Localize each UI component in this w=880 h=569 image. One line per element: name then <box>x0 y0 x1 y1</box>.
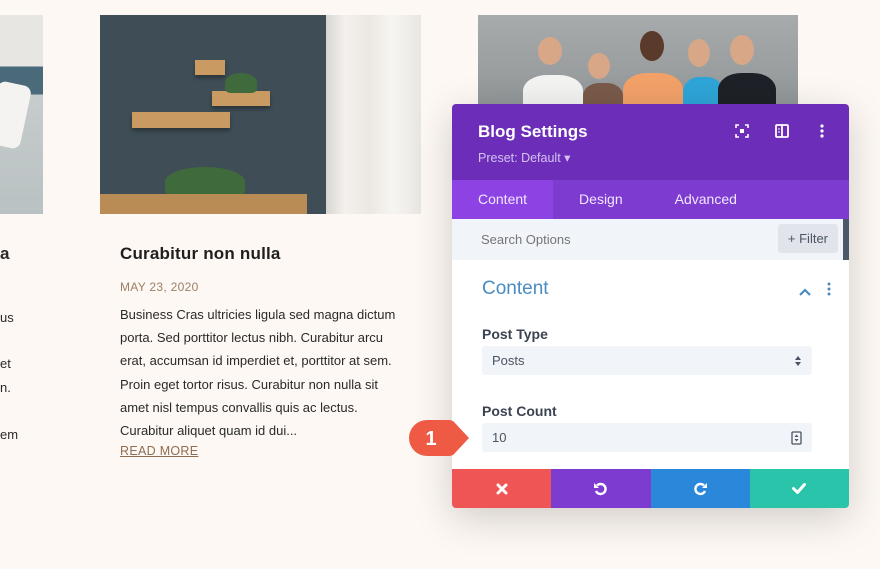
blog-settings-modal: Blog Settings Preset: Default ▾ Content … <box>452 104 849 508</box>
post-image-shelves[interactable] <box>100 15 421 214</box>
person-head <box>640 31 664 61</box>
left-post-title-fragment: a <box>0 244 10 263</box>
redo-button[interactable] <box>650 469 750 508</box>
person-head <box>688 39 710 67</box>
modal-title: Blog Settings <box>478 122 588 141</box>
tab-content[interactable]: Content <box>452 180 554 219</box>
post-count-value: 10 <box>492 430 507 445</box>
post-type-value: Posts <box>492 353 525 368</box>
shelf <box>195 60 225 75</box>
scrollbar[interactable] <box>843 219 849 260</box>
undo-icon <box>594 482 608 496</box>
post-type-select[interactable]: Posts <box>482 346 812 375</box>
left-post-text-fragment: em <box>0 427 19 442</box>
undo-button[interactable] <box>551 469 651 508</box>
modal-tabs: Content Design Advanced <box>452 180 849 219</box>
tab-design[interactable]: Design <box>553 180 649 219</box>
chevron-up-icon[interactable] <box>799 283 811 301</box>
post-count-input[interactable]: 10 <box>482 423 812 452</box>
post-image-people[interactable] <box>478 15 798 115</box>
split-view-icon[interactable] <box>774 123 789 138</box>
number-stepper-icon[interactable] <box>791 423 802 452</box>
blog-post: Curabitur non nulla MAY 23, 2020 Busines… <box>120 244 410 460</box>
shelf <box>212 91 270 106</box>
annotation-badge: 1 <box>408 419 470 457</box>
modal-header[interactable]: Blog Settings Preset: Default ▾ <box>452 104 849 180</box>
pillow-shape <box>0 80 33 150</box>
redo-icon <box>693 482 707 496</box>
dresser <box>100 194 307 214</box>
curtain-shape <box>326 15 421 214</box>
header-icons <box>734 123 829 138</box>
post-image-left[interactable] <box>0 15 43 214</box>
filter-button[interactable]: + Filter <box>777 224 838 253</box>
close-icon <box>496 483 508 494</box>
check-icon <box>792 483 807 494</box>
section-tools <box>799 282 831 301</box>
post-type-label: Post Type <box>482 326 548 342</box>
person-head <box>730 35 754 65</box>
content-section: Content Post Type Posts Post Count 10 <box>452 260 849 469</box>
left-post-text-fragment: us <box>0 310 14 325</box>
post-count-label: Post Count <box>482 403 557 419</box>
preset-dropdown[interactable]: Preset: Default ▾ <box>478 150 570 165</box>
save-button[interactable] <box>749 469 849 508</box>
person-head <box>588 53 610 79</box>
left-post-text-fragment: et <box>0 356 11 371</box>
search-row: + Filter <box>452 219 849 260</box>
left-post-text-fragment: n. <box>0 380 11 395</box>
focus-icon[interactable] <box>734 123 749 138</box>
section-title[interactable]: Content <box>482 278 549 300</box>
select-arrows-icon <box>794 346 802 375</box>
plant <box>225 73 257 93</box>
tab-advanced[interactable]: Advanced <box>649 180 763 219</box>
person-head <box>538 37 562 65</box>
cancel-button[interactable] <box>452 469 552 508</box>
plant <box>165 167 245 197</box>
post-title[interactable]: Curabitur non nulla <box>120 244 410 264</box>
modal-actions <box>452 469 849 508</box>
post-date: MAY 23, 2020 <box>120 280 199 294</box>
shelf <box>132 112 230 128</box>
annotation-number: 1 <box>425 428 436 450</box>
search-options-input[interactable] <box>481 219 731 260</box>
section-more-icon[interactable] <box>827 282 831 301</box>
post-excerpt: Business Cras ultricies ligula sed magna… <box>120 307 396 439</box>
more-vertical-icon[interactable] <box>814 123 829 138</box>
read-more-link[interactable]: READ MORE <box>120 444 198 458</box>
